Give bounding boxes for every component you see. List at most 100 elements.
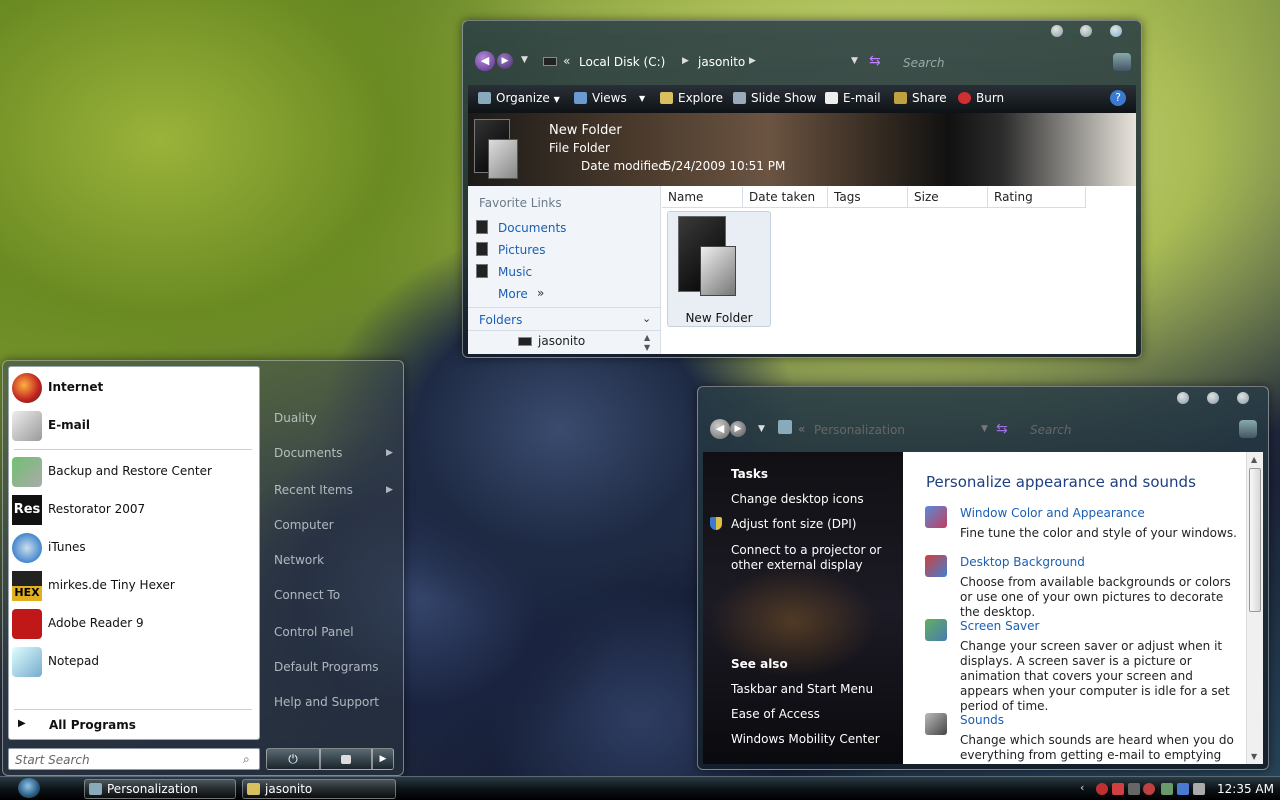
- link-window-color[interactable]: Window Color and Appearance: [960, 506, 1145, 520]
- link-desktop-background[interactable]: Desktop Background: [960, 555, 1085, 569]
- minimize-button[interactable]: [1177, 392, 1189, 404]
- start-right-computer[interactable]: Computer: [274, 518, 334, 532]
- start-right-documents[interactable]: Documents: [274, 446, 342, 460]
- column-header-date-taken[interactable]: Date taken: [743, 187, 828, 208]
- chevron-right-icon[interactable]: ▶: [682, 56, 689, 66]
- column-header-rating[interactable]: Rating: [988, 187, 1086, 208]
- show-hidden-icons-button[interactable]: ‹: [1080, 781, 1084, 794]
- program-notepad[interactable]: Notepad: [8, 644, 252, 678]
- start-right-help-support[interactable]: Help and Support: [274, 695, 379, 709]
- search-icon[interactable]: ⌕: [243, 752, 250, 767]
- chevron-right-icon[interactable]: ▶: [749, 56, 756, 66]
- breadcrumb-item[interactable]: Personalization: [814, 423, 905, 437]
- nav-link-pictures[interactable]: Pictures: [474, 241, 654, 259]
- address-dropdown[interactable]: ▼: [851, 56, 858, 66]
- volume-icon[interactable]: [1193, 783, 1205, 795]
- start-right-default-programs[interactable]: Default Programs: [274, 660, 379, 674]
- search-input[interactable]: Search: [903, 56, 945, 70]
- link-taskbar-start-menu[interactable]: Taskbar and Start Menu: [731, 682, 873, 696]
- start-right-duality[interactable]: Duality: [274, 411, 317, 425]
- burn-button[interactable]: Burn: [958, 91, 1004, 105]
- scroll-down-arrow[interactable]: ▼: [644, 343, 650, 352]
- pinned-email[interactable]: E-mail: [8, 408, 252, 442]
- forward-button[interactable]: ▶: [730, 421, 746, 437]
- program-tiny-hexer[interactable]: HEX mirkes.de Tiny Hexer: [8, 568, 252, 602]
- scroll-up-arrow[interactable]: ▲: [1251, 455, 1257, 464]
- views-dropdown[interactable]: ▼: [639, 94, 645, 103]
- power-button[interactable]: ⏻: [266, 748, 320, 770]
- task-connect-projector[interactable]: Connect to a projector or other external…: [731, 543, 901, 573]
- pinned-internet[interactable]: Internet: [8, 370, 252, 404]
- minimize-button[interactable]: [1051, 25, 1063, 37]
- address-dropdown[interactable]: ▼: [981, 424, 988, 434]
- maximize-button[interactable]: [1207, 392, 1219, 404]
- taskbar-item-jasonito[interactable]: jasonito: [242, 779, 396, 799]
- program-restorator[interactable]: Res Restorator 2007: [8, 492, 252, 526]
- search-input[interactable]: Search: [1030, 423, 1072, 437]
- back-button[interactable]: ◀: [710, 419, 730, 439]
- scroll-up-arrow[interactable]: ▲: [644, 333, 650, 342]
- refresh-icon[interactable]: ⇆: [869, 53, 881, 69]
- start-right-connect-to[interactable]: Connect To: [274, 588, 340, 602]
- link-windows-mobility-center[interactable]: Windows Mobility Center: [731, 732, 880, 746]
- device-icon[interactable]: [1128, 783, 1140, 795]
- scroll-down-arrow[interactable]: ▼: [1251, 752, 1257, 761]
- column-header-name[interactable]: Name: [662, 187, 743, 208]
- program-adobe-reader[interactable]: Adobe Reader 9: [8, 606, 252, 640]
- help-icon[interactable]: ?: [1110, 90, 1126, 106]
- security-alert-icon[interactable]: [1112, 783, 1124, 795]
- scrollbar-thumb[interactable]: [1249, 468, 1261, 612]
- start-button[interactable]: [18, 778, 40, 798]
- shutdown-options-button[interactable]: ▶: [372, 748, 394, 770]
- media-icon[interactable]: [1143, 783, 1155, 795]
- recent-pages-dropdown[interactable]: ▼: [521, 55, 528, 65]
- clock[interactable]: 12:35 AM: [1217, 782, 1274, 796]
- start-right-network[interactable]: Network: [274, 553, 324, 567]
- network-icon[interactable]: [1177, 783, 1189, 795]
- forward-button[interactable]: ▶: [497, 53, 513, 69]
- nav-link-music[interactable]: Music: [474, 263, 654, 281]
- recent-pages-dropdown[interactable]: ▼: [758, 424, 765, 434]
- start-search-box[interactable]: Start Search ⌕: [8, 748, 260, 770]
- folders-toggle[interactable]: Folders ⌄: [468, 307, 661, 331]
- search-icon[interactable]: [1113, 53, 1131, 71]
- start-search-input[interactable]: Start Search: [15, 753, 90, 767]
- task-adjust-font-size[interactable]: Adjust font size (DPI): [731, 517, 856, 531]
- breadcrumb-item[interactable]: jasonito: [698, 55, 745, 69]
- link-sounds[interactable]: Sounds: [960, 713, 1004, 727]
- address-bar[interactable]: « Local Disk (C:) ▶ jasonito ▶ ▼: [539, 51, 925, 73]
- refresh-icon[interactable]: ⇆: [996, 421, 1008, 437]
- maximize-button[interactable]: [1080, 25, 1092, 37]
- back-button[interactable]: ◀: [475, 51, 495, 71]
- views-button[interactable]: Views: [574, 91, 627, 105]
- task-change-desktop-icons[interactable]: Change desktop icons: [731, 492, 864, 506]
- search-box[interactable]: Search: [895, 53, 1131, 73]
- slide-show-button[interactable]: Slide Show: [733, 91, 816, 105]
- link-ease-of-access[interactable]: Ease of Access: [731, 707, 820, 721]
- antivirus-icon[interactable]: [1096, 783, 1108, 795]
- link-screen-saver[interactable]: Screen Saver: [960, 619, 1039, 633]
- lock-button[interactable]: [320, 748, 372, 770]
- column-header-tags[interactable]: Tags: [828, 187, 908, 208]
- close-button[interactable]: [1237, 392, 1249, 404]
- nav-link-documents[interactable]: Documents: [474, 219, 654, 237]
- breadcrumb-overflow-icon[interactable]: «: [563, 54, 570, 68]
- taskbar-item-personalization[interactable]: Personalization: [84, 779, 236, 799]
- share-button[interactable]: Share: [894, 91, 947, 105]
- breadcrumb-overflow-icon[interactable]: «: [798, 422, 805, 436]
- folder-item[interactable]: New Folder: [667, 211, 771, 327]
- nav-link-more[interactable]: More »: [474, 285, 654, 303]
- search-icon[interactable]: [1239, 420, 1257, 438]
- start-right-recent-items[interactable]: Recent Items: [274, 483, 353, 497]
- start-right-control-panel[interactable]: Control Panel: [274, 625, 354, 639]
- hardware-icon[interactable]: [1161, 783, 1173, 795]
- vertical-scrollbar[interactable]: ▲ ▼: [1246, 452, 1263, 764]
- column-header-size[interactable]: Size: [908, 187, 988, 208]
- email-button[interactable]: E-mail: [825, 91, 881, 105]
- organize-button[interactable]: Organize ▼: [478, 91, 560, 105]
- breadcrumb-item[interactable]: Local Disk (C:): [579, 55, 665, 69]
- program-itunes[interactable]: iTunes: [8, 530, 252, 564]
- close-button[interactable]: [1110, 25, 1122, 37]
- all-programs-button[interactable]: ▶ All Programs: [12, 716, 252, 736]
- folder-tree-item[interactable]: jasonito: [518, 334, 598, 350]
